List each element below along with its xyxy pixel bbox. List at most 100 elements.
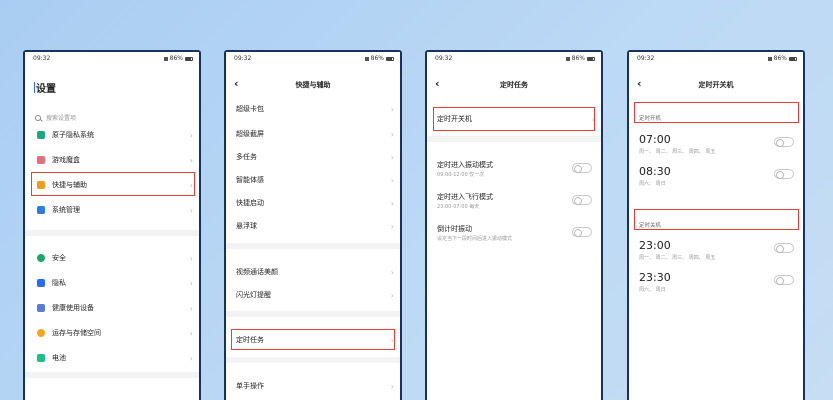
battery-text: 86% [773, 55, 787, 62]
back-icon[interactable]: ‹ [637, 77, 642, 90]
settings-item-label: 电池 [52, 354, 66, 362]
pie-icon [37, 329, 45, 337]
shortcut-item[interactable]: 闪光灯提醒 › [226, 286, 400, 304]
shortcut-item-label: 单手操作 [236, 382, 264, 390]
settings-item-label: 原子隐私系统 [52, 131, 94, 139]
lock-icon [37, 279, 45, 287]
settings-item-label: 隐私 [52, 279, 66, 287]
settings-item[interactable]: 安全 › [25, 249, 199, 267]
settings-item[interactable]: 原子隐私系统 › [25, 126, 199, 144]
phone-scheduled: 09:32 86% ‹ 定时任务 定时开关机 › 定时进入振动模式 09:00-12:… [425, 50, 603, 400]
nav-bar: ‹ 快捷与辅助 [226, 76, 400, 94]
search-input[interactable]: 搜索设置项 [35, 113, 76, 122]
status-time: 09:32 [637, 55, 655, 62]
battery-icon [789, 56, 797, 61]
battery-text: 86% [571, 55, 585, 62]
divider [226, 357, 400, 363]
toggle-switch[interactable] [774, 169, 794, 179]
shortcut-item-label: 超级截屏 [236, 130, 264, 138]
chevron-right-icon: › [189, 328, 193, 338]
shortcut-item[interactable]: 多任务 › [226, 148, 400, 166]
phone-shortcut: 09:32 86% ‹ 快捷与辅助 超级卡包 › 超级截屏 › 多任务 › 智能体感 › 快捷启动… [224, 50, 402, 400]
power-time: 08:30 [639, 165, 671, 178]
chevron-right-icon: › [189, 278, 193, 288]
highlight-box [31, 172, 195, 196]
status-time: 09:32 [234, 55, 252, 62]
page-title-text: 设置 [36, 84, 56, 95]
shortcut-item-label: 闪光灯提醒 [236, 291, 271, 299]
page-title: 设置 [34, 80, 56, 95]
back-icon[interactable]: ‹ [234, 77, 239, 90]
chevron-right-icon: › [189, 205, 193, 215]
settings-item-label: 运存与存储空间 [52, 329, 101, 337]
toggle-switch[interactable] [572, 163, 592, 173]
chevron-right-icon: › [390, 198, 394, 208]
settings-item-label: 游戏魔盒 [52, 156, 80, 164]
toggle-subtitle: 设定当下一段时间后进入振动模式 [437, 236, 513, 242]
highlight-box [433, 107, 595, 131]
shortcut-item-label: 智能体感 [236, 176, 264, 184]
chevron-right-icon: › [189, 253, 193, 263]
toggle-switch[interactable] [774, 275, 794, 285]
chevron-right-icon: › [189, 130, 193, 140]
shortcut-item[interactable]: 悬浮球 › [226, 217, 400, 235]
chevron-right-icon: › [390, 267, 394, 277]
chevron-right-icon: › [189, 155, 193, 165]
toggle-switch[interactable] [572, 195, 592, 205]
chevron-right-icon: › [390, 152, 394, 162]
toggle-switch[interactable] [572, 227, 592, 237]
status-time: 09:32 [33, 55, 51, 62]
phone-power: 09:32 86% ‹ 定时开关机 定时开机 定时关机 07:00 周一、 周二、 … [627, 50, 805, 400]
security-shield-icon [37, 254, 45, 262]
shortcut-item[interactable]: 智能体感 › [226, 171, 400, 189]
shortcut-item[interactable]: 视频通话美颜 › [226, 263, 400, 281]
gamepad-icon [37, 156, 45, 164]
back-icon[interactable]: ‹ [435, 77, 440, 90]
chevron-right-icon: › [390, 104, 394, 114]
toggle-subtitle: 23:00-07:00 每天 [437, 204, 480, 210]
shortcut-screen: 09:32 86% ‹ 快捷与辅助 超级卡包 › 超级截屏 › 多任务 › 智能体感 › 快捷启动… [226, 52, 400, 400]
battery-icon [37, 354, 45, 362]
settings-item-label: 健康使用设备 [52, 304, 94, 312]
nav-title: 快捷与辅助 [295, 81, 331, 89]
gear-icon [37, 206, 45, 214]
settings-item[interactable]: 游戏魔盒 › [25, 151, 199, 169]
phone-settings: 09:32 86% 设置 搜索设置项 原子隐私系统 › 游戏魔盒 › 快捷与辅助 › 系统管… [23, 50, 201, 400]
settings-item[interactable]: 电池 › [25, 349, 199, 367]
settings-item[interactable]: 隐私 › [25, 274, 199, 292]
settings-item[interactable]: 健康使用设备 › [25, 299, 199, 317]
power-screen: 09:32 86% ‹ 定时开关机 定时开机 定时关机 07:00 周一、 周二、 … [629, 52, 803, 400]
power-time: 23:30 [639, 271, 671, 284]
power-days: 周六、 周日 [639, 181, 666, 187]
search-icon [35, 114, 41, 121]
settings-item[interactable]: 运存与存储空间 › [25, 324, 199, 342]
shortcut-item[interactable]: 快捷启动 › [226, 194, 400, 212]
chevron-right-icon: › [390, 129, 394, 139]
scheduled-screen: 09:32 86% ‹ 定时任务 定时开关机 › 定时进入振动模式 09:00-12:… [427, 52, 601, 400]
nav-title: 定时开关机 [698, 81, 734, 89]
power-days: 周六、 周日 [639, 287, 666, 293]
schedule-toggle-row: 定时进入振动模式 09:00-12:00 仅一次 [427, 157, 601, 185]
nav-bar: ‹ 定时任务 [427, 76, 601, 94]
power-time: 23:00 [639, 239, 671, 252]
signal-icon [565, 56, 570, 61]
battery-text: 86% [370, 55, 384, 62]
divider [226, 311, 400, 317]
title-bar-icon [34, 82, 35, 93]
toggle-subtitle: 09:00-12:00 仅一次 [437, 172, 485, 178]
shortcut-item[interactable]: 单手操作 › [226, 377, 400, 395]
chevron-right-icon: › [189, 303, 193, 313]
toggle-switch[interactable] [774, 137, 794, 147]
toggle-switch[interactable] [774, 243, 794, 253]
shortcut-item[interactable]: 超级截屏 › [226, 125, 400, 143]
toggle-title: 定时进入振动模式 [437, 161, 493, 169]
power-days: 周一、 周二、 周三、 周四、 周五 [639, 149, 716, 155]
status-bar: 09:32 86% [226, 52, 400, 66]
status-bar: 09:32 86% [629, 52, 803, 66]
settings-item[interactable]: 系统管理 › [25, 201, 199, 219]
power-time: 07:00 [639, 133, 671, 146]
shortcut-item[interactable]: 超级卡包 › [226, 100, 400, 118]
search-placeholder: 搜索设置项 [46, 115, 77, 122]
power-time-row: 08:30 周六、 周日 [629, 165, 803, 195]
chevron-right-icon: › [390, 381, 394, 391]
